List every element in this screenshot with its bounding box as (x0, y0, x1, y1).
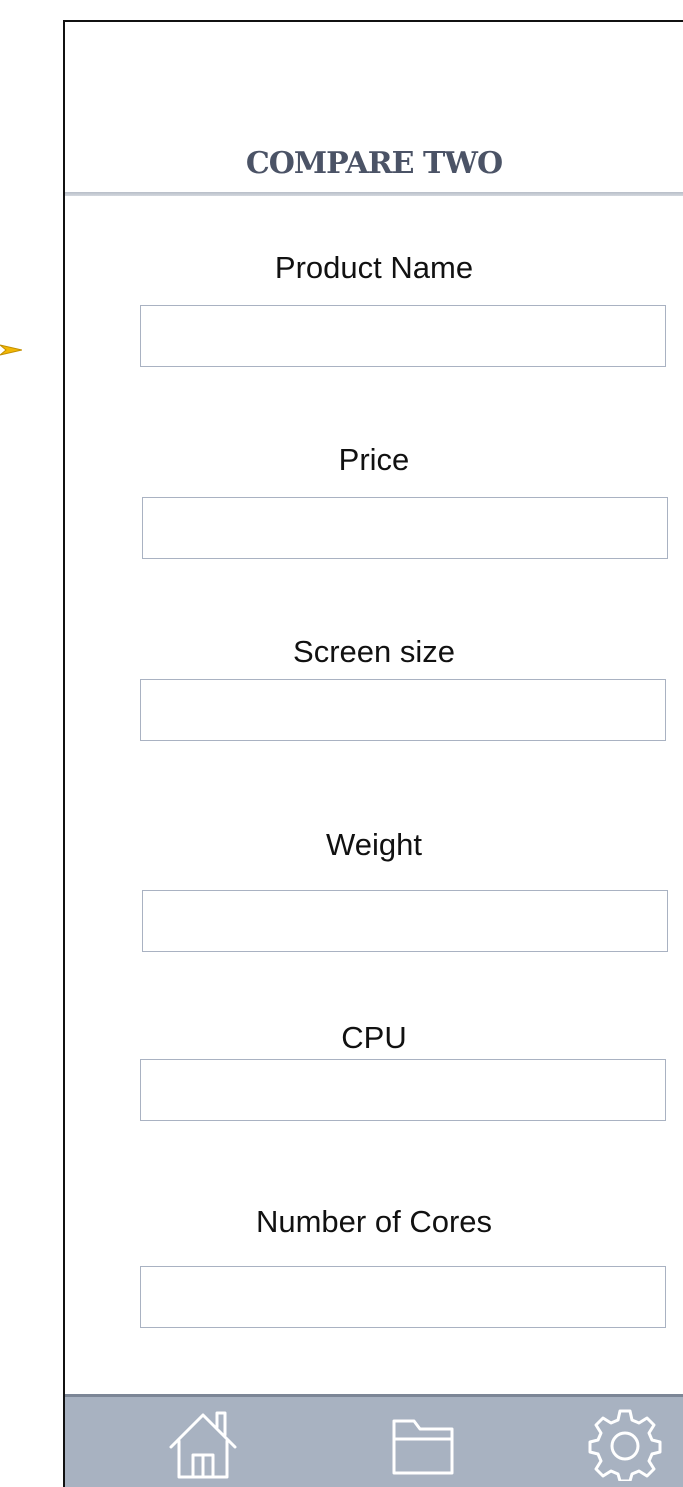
folder-icon (392, 1419, 454, 1475)
pointer-arrow-icon (0, 344, 22, 356)
page-title: COMPARE TWO (245, 146, 503, 181)
weight-label: Weight (326, 827, 422, 862)
cpu-input[interactable] (140, 1059, 666, 1121)
number-of-cores-input[interactable] (140, 1266, 666, 1328)
screen-size-label: Screen size (293, 634, 455, 669)
product-name-label: Product Name (274, 250, 474, 285)
phone-screen: COMPARE TWO Product Name Price Screen si… (63, 20, 683, 1487)
gear-icon (588, 1409, 662, 1481)
weight-input[interactable] (142, 890, 668, 952)
screen-size-input[interactable] (140, 679, 666, 741)
number-of-cores-label: Number of Cores (255, 1204, 493, 1239)
price-label: Price (338, 442, 410, 477)
price-input[interactable] (142, 497, 668, 559)
home-icon (169, 1411, 237, 1479)
product-name-input[interactable] (140, 305, 666, 367)
bottom-nav-bar (65, 1394, 683, 1487)
nav-folder-button[interactable] (383, 1407, 463, 1485)
header-divider (65, 192, 683, 196)
nav-settings-button[interactable] (585, 1407, 665, 1485)
cpu-label: CPU (341, 1020, 407, 1055)
nav-home-button[interactable] (163, 1407, 243, 1485)
